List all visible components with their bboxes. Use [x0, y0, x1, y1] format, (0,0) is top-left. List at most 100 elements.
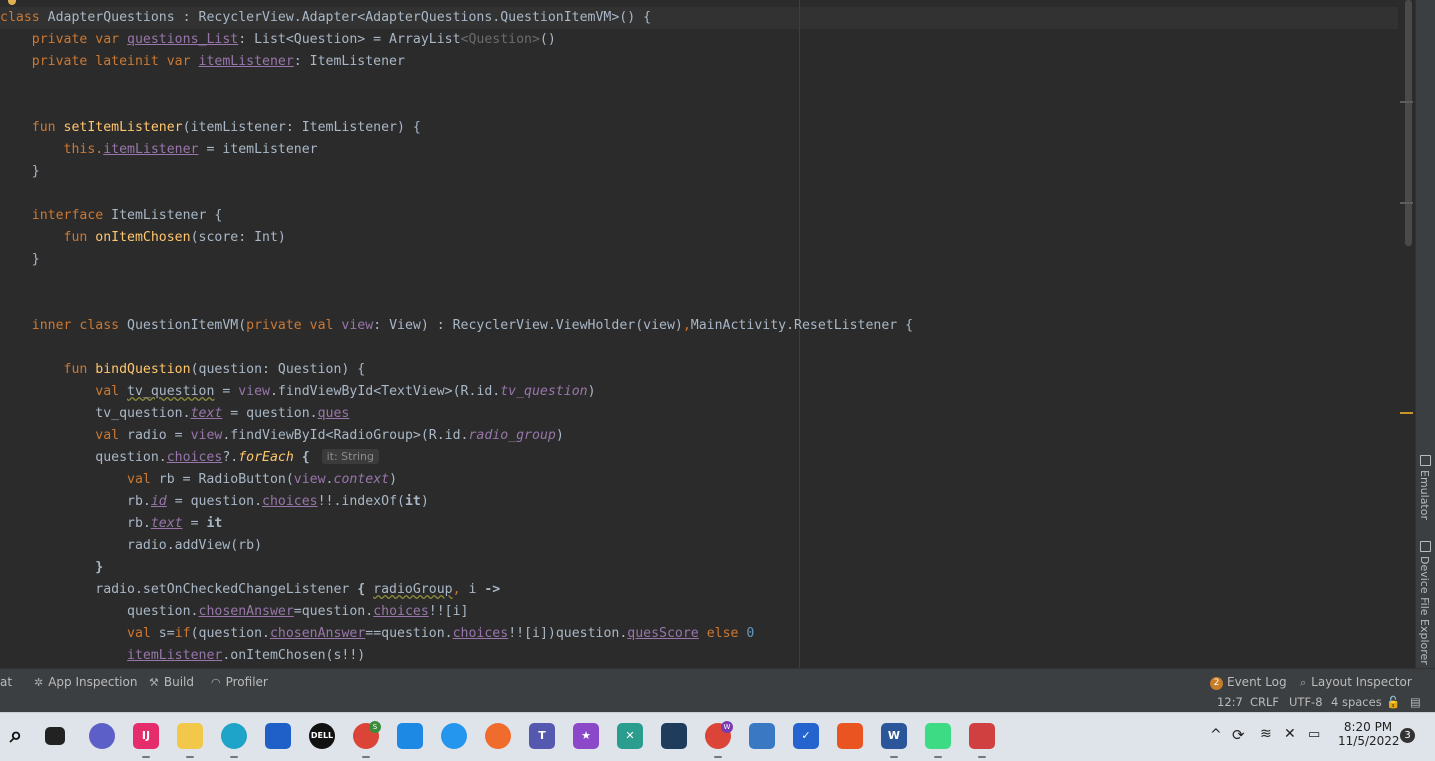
code-token: = [182, 516, 207, 531]
code-line[interactable] [0, 183, 913, 205]
code-line[interactable]: val s=if(question.chosenAnswer==question… [0, 623, 913, 645]
todo-icon[interactable]: ✓ [793, 723, 819, 749]
snipping-tool-icon[interactable] [969, 723, 995, 758]
app-inspection-tab[interactable]: ✲ App Inspection [34, 675, 137, 689]
code-line[interactable]: radio.addView(rb) [0, 535, 913, 557]
event-log-label: Event Log [1227, 675, 1287, 689]
code-line[interactable] [0, 271, 913, 293]
volume-muted-icon[interactable]: ✕ [1284, 726, 1296, 742]
code-token: .findViewById<RadioGroup>(R.id. [222, 428, 469, 443]
code-line[interactable]: fun setItemListener(itemListener: ItemLi… [0, 117, 913, 139]
file-encoding[interactable]: UTF-8 [1289, 695, 1323, 709]
code-token: } [0, 560, 104, 575]
code-token: fun [0, 362, 96, 377]
app-inspection-label: App Inspection [48, 675, 138, 689]
stripe-marker[interactable] [1400, 101, 1413, 103]
intellij-icon[interactable]: IJ [133, 723, 159, 758]
code-token: tv_question. [0, 406, 191, 421]
battery-icon[interactable]: ▭ [1308, 727, 1320, 742]
code-token: radio = [127, 428, 191, 443]
cat-tab[interactable]: at [0, 675, 12, 689]
search-icon[interactable]: ⌕ [3, 723, 29, 749]
cross-app-icon[interactable]: ✕ [617, 723, 643, 749]
stripe-marker[interactable] [1400, 202, 1413, 204]
chevron-up-icon[interactable]: ^ [1210, 727, 1222, 743]
edge-icon[interactable] [221, 723, 247, 758]
task-view-icon[interactable] [45, 727, 65, 745]
code-line[interactable]: private var questions_List: List<Questio… [0, 29, 913, 51]
chat-icon[interactable] [89, 723, 115, 749]
code-line[interactable]: interface ItemListener { [0, 205, 913, 227]
code-line[interactable]: inner class QuestionItemVM(private val v… [0, 315, 913, 337]
code-token: ?. [222, 450, 239, 465]
notifications-icon[interactable]: ▤ [1410, 695, 1421, 709]
code-line[interactable]: this.itemListener = itemListener [0, 139, 913, 161]
code-token: (question. [190, 626, 270, 641]
code-line[interactable]: fun onItemChosen(score: Int) [0, 227, 913, 249]
remote-desktop-icon[interactable] [749, 723, 775, 749]
build-label: Build [163, 675, 194, 689]
code-line[interactable] [0, 95, 913, 117]
event-log-tab[interactable]: 2 Event Log [1210, 675, 1287, 690]
code-line[interactable]: } [0, 161, 913, 183]
device-file-explorer-label: Device File Explorer [1418, 556, 1431, 665]
ubuntu-icon[interactable] [837, 723, 863, 749]
docker-icon[interactable] [441, 723, 467, 749]
code-line[interactable]: rb.text = it [0, 513, 913, 535]
code-token: rb. [0, 516, 151, 531]
intention-bulb-icon[interactable] [8, 0, 16, 5]
code-line[interactable]: question.chosenAnswer=question.choices!!… [0, 601, 913, 623]
sync-icon[interactable]: ⟳ [1232, 726, 1245, 744]
code-line[interactable]: question.choices?.forEach { it: String [0, 447, 913, 469]
postman-icon[interactable] [485, 723, 511, 749]
device-file-explorer-tab[interactable]: Device File Explorer [1416, 541, 1435, 665]
code-line[interactable]: private lateinit var itemListener: ItemL… [0, 51, 913, 73]
code-token: ) [389, 472, 398, 487]
dell-icon[interactable]: DELL [309, 723, 335, 749]
code-line[interactable]: fun bindQuestion(question: Question) { [0, 359, 913, 381]
code-line[interactable] [0, 293, 913, 315]
virtualbox-icon[interactable] [661, 723, 687, 749]
code-token: : ItemListener [293, 54, 405, 69]
star-app-icon[interactable]: ★ [573, 723, 599, 749]
vscode-icon[interactable] [397, 723, 423, 749]
code-line[interactable]: val radio = view.findViewById<RadioGroup… [0, 425, 913, 447]
clock[interactable]: 8:20 PM 11/5/2022 [1338, 720, 1400, 748]
teams-icon[interactable]: T [529, 723, 555, 749]
code-token: = question. [222, 406, 318, 421]
code-token: radio.addView(rb) [0, 538, 263, 553]
warning-marker[interactable] [1400, 412, 1413, 414]
emulator-tab[interactable]: Emulator [1416, 455, 1435, 525]
build-tab[interactable]: ⚒ Build [149, 675, 194, 689]
file-explorer-icon[interactable] [177, 723, 203, 758]
code-token: rb = RadioButton( [158, 472, 294, 487]
profiler-tab[interactable]: ◠ Profiler [211, 675, 268, 689]
caret-position[interactable]: 12:7 [1217, 695, 1243, 709]
code-line[interactable]: val rb = RadioButton(view.context) [0, 469, 913, 491]
code-token: 0 [746, 626, 755, 641]
line-separator[interactable]: CRLF [1250, 695, 1279, 709]
word-icon[interactable]: W [881, 723, 907, 758]
code-line[interactable] [0, 73, 913, 95]
emulator-label: Emulator [1418, 470, 1431, 520]
device-file-explorer-icon [1420, 541, 1431, 552]
code-line[interactable]: rb.id = question.choices!!.indexOf(it) [0, 491, 913, 513]
wifi-icon[interactable]: ≋ [1260, 726, 1272, 742]
code-line[interactable]: } [0, 557, 913, 579]
code-line[interactable]: class AdapterQuestions : RecyclerView.Ad… [0, 7, 913, 29]
android-studio-icon[interactable] [925, 723, 951, 758]
code-editor[interactable]: class AdapterQuestions : RecyclerView.Ad… [0, 0, 1398, 668]
vertical-scrollbar[interactable] [1405, 0, 1412, 246]
notification-count[interactable]: 3 [1400, 728, 1415, 743]
code-line[interactable]: itemListener.onItemChosen(s!!) [0, 645, 913, 667]
code-token: val [0, 472, 159, 487]
code-line[interactable]: tv_question.text = question.ques [0, 403, 913, 425]
indent-setting[interactable]: 4 spaces [1331, 695, 1382, 709]
code-line[interactable]: radio.setOnCheckedChangeListener { radio… [0, 579, 913, 601]
lock-icon[interactable]: 🔓 [1386, 695, 1400, 709]
layout-inspector-tab[interactable]: ⌕ Layout Inspector [1300, 675, 1412, 690]
code-line[interactable]: } [0, 249, 913, 271]
code-line[interactable]: val tv_question = view.findViewById<Text… [0, 381, 913, 403]
store-icon[interactable] [265, 723, 291, 749]
code-line[interactable] [0, 337, 913, 359]
